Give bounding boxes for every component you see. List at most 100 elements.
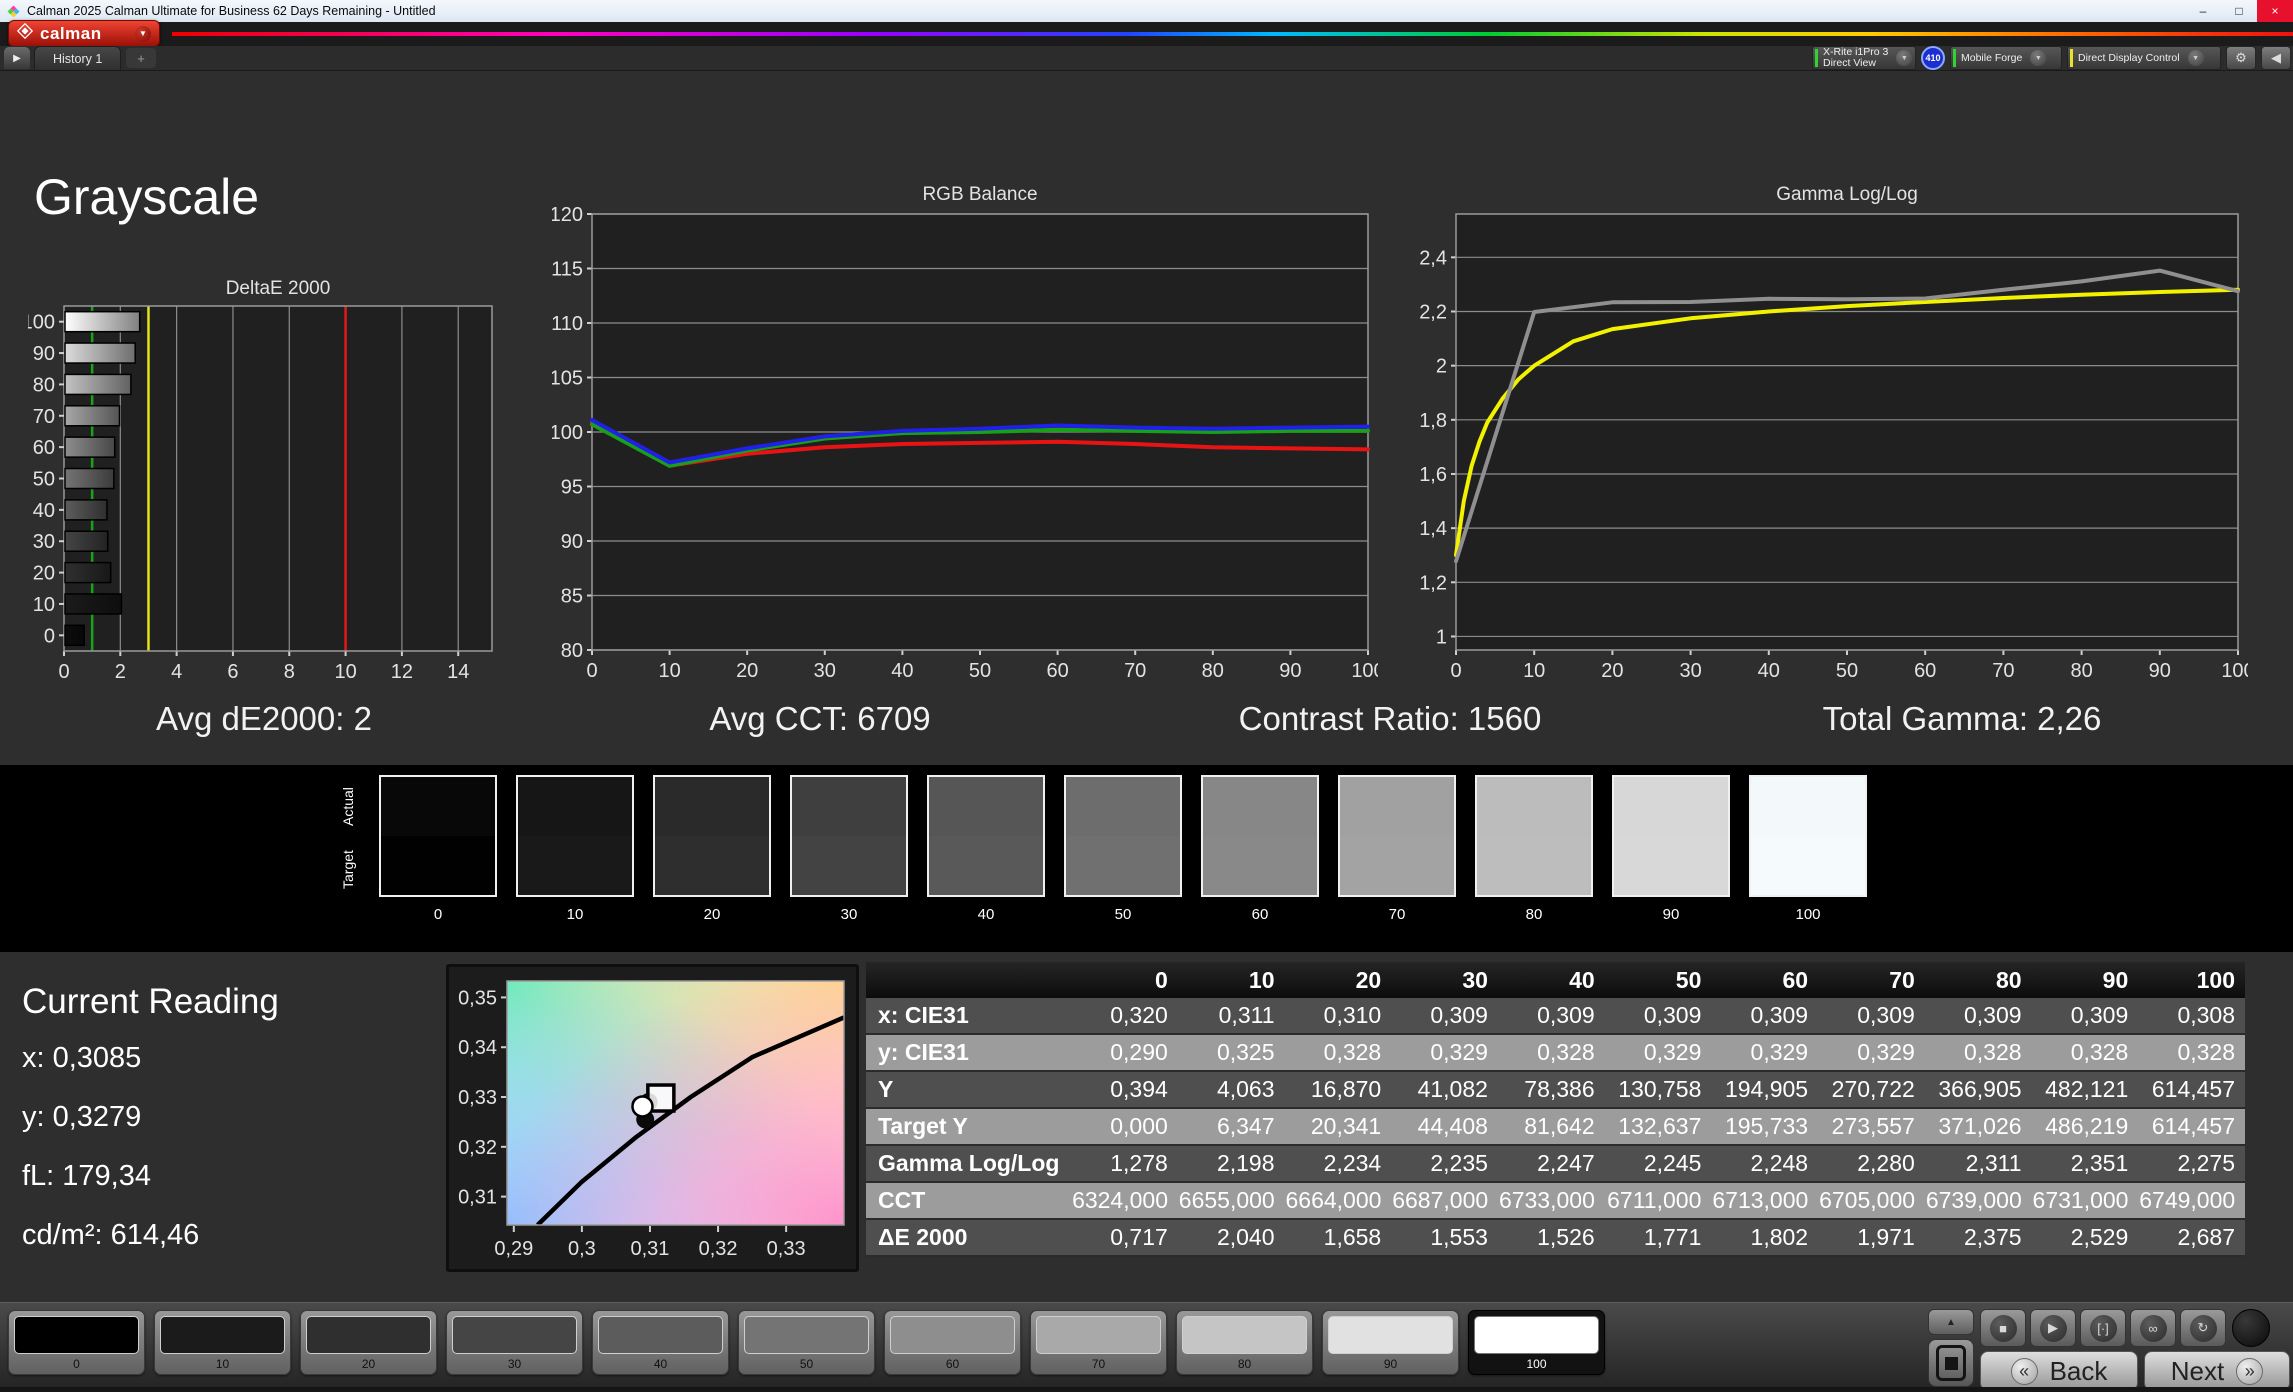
- total-gamma-readout: Total Gamma: 2,26: [1822, 700, 2102, 737]
- pattern-up-button[interactable]: ▲: [1928, 1309, 1974, 1335]
- minimize-button[interactable]: –: [2185, 0, 2221, 22]
- tab-strip: ▶ History 1 + X-Rite i1Pro 3 Direct View…: [0, 46, 2293, 71]
- pattern-swatch: [1036, 1316, 1161, 1354]
- chevron-down-icon[interactable]: ▼: [2187, 50, 2204, 66]
- pattern-tile-100[interactable]: 100: [1468, 1310, 1605, 1375]
- pattern-tile-30[interactable]: 30: [446, 1310, 583, 1375]
- grayscale-swatch-80: 80: [1475, 775, 1593, 923]
- window-title: Calman 2025 Calman Ultimate for Business…: [27, 4, 436, 18]
- source-status-stripe: [1953, 49, 1956, 67]
- svg-text:20: 20: [33, 563, 55, 585]
- actual-swatch: [1751, 777, 1865, 836]
- grayscale-swatch-0: 0: [379, 775, 497, 923]
- svg-text:40: 40: [1758, 660, 1780, 682]
- table-cell: 0,309: [1818, 998, 1925, 1035]
- pattern-tile-0[interactable]: 0: [8, 1310, 145, 1375]
- calman-menu-button[interactable]: calman ▼: [8, 20, 160, 47]
- swatch-level-label: 0: [433, 906, 443, 923]
- pattern-tile-40[interactable]: 40: [592, 1310, 729, 1375]
- table-column-header: [866, 962, 1072, 998]
- table-cell: 6749,000: [2138, 1182, 2245, 1220]
- table-cell: 1,658: [1284, 1219, 1392, 1257]
- pattern-level-label: 40: [653, 1357, 668, 1371]
- chevron-down-icon[interactable]: ▼: [1896, 50, 1913, 66]
- svg-text:70: 70: [1124, 660, 1146, 682]
- table-cell: 6711,000: [1604, 1182, 1712, 1220]
- svg-text:80: 80: [561, 640, 583, 662]
- swatch-level-label: 90: [1662, 906, 1680, 923]
- contrast-ratio-readout: Contrast Ratio: 1560: [1238, 700, 1542, 737]
- table-row: ΔE 2000 0,717 2,040 1,658 1,553 1,526 1,771 1,8…: [866, 1219, 2245, 1257]
- svg-text:10: 10: [33, 594, 55, 616]
- pattern-swatch: [1474, 1316, 1599, 1354]
- play-button[interactable]: ▶: [2030, 1309, 2076, 1347]
- pattern-swatch: [1328, 1316, 1453, 1354]
- table-cell: 0,717: [1071, 1219, 1178, 1257]
- continuous-measure-button[interactable]: ∞: [2130, 1309, 2176, 1347]
- single-measure-button[interactable]: [·]: [2080, 1309, 2126, 1347]
- pattern-window-button[interactable]: [1928, 1339, 1974, 1387]
- pattern-level-label: 100: [1526, 1357, 1547, 1371]
- pattern-tile-50[interactable]: 50: [738, 1310, 875, 1375]
- row-label: x: CIE31: [866, 998, 1072, 1035]
- target-swatch: [929, 836, 1043, 895]
- source-selector[interactable]: Mobile Forge ▼: [1950, 46, 2062, 70]
- pattern-tile-10[interactable]: 10: [154, 1310, 291, 1375]
- rgb-balance-chart: RGB Balance 80 85 90 95 100 105 110 115 120 0 10 20 3…: [552, 184, 1378, 682]
- gamma-loglog-chart: Gamma Log/Log 1 1,2 1,4 1,6 1,8 2 2,2 2,4 0 10 20 30…: [1419, 184, 2248, 682]
- page-title: Grayscale: [34, 169, 260, 225]
- collapse-panel-button[interactable]: ◀: [2261, 46, 2291, 70]
- brand-bar: calman ▼: [0, 20, 2293, 47]
- table-cell: 0,311: [1177, 998, 1285, 1035]
- infinity-icon: ∞: [2139, 1314, 2167, 1342]
- pattern-tile-70[interactable]: 70: [1030, 1310, 1167, 1375]
- svg-text:90: 90: [561, 531, 583, 553]
- table-cell: 2,198: [1177, 1145, 1285, 1183]
- table-cell: 0,328: [1497, 1034, 1605, 1072]
- chevron-down-icon[interactable]: ▼: [2030, 50, 2047, 66]
- stop-button[interactable]: ■: [1980, 1309, 2026, 1347]
- maximize-button[interactable]: □: [2221, 0, 2257, 22]
- table-cell: 270,722: [1818, 1071, 1925, 1109]
- svg-text:40: 40: [891, 660, 913, 682]
- display-control-selector[interactable]: Direct Display Control ▼: [2067, 46, 2221, 70]
- cie-chromaticity-chart: 0,31 0,32 0,33 0,34 0,35 0,29 0,3 0,31 0,32 0,33: [458, 980, 845, 1260]
- target-swatch: [1614, 836, 1728, 895]
- target-swatch: [1203, 836, 1317, 895]
- svg-text:90: 90: [2149, 660, 2171, 682]
- settings-gear-button[interactable]: ⚙: [2226, 46, 2256, 70]
- pattern-level-label: 10: [215, 1357, 230, 1371]
- pattern-tile-20[interactable]: 20: [300, 1310, 437, 1375]
- add-tab-button[interactable]: +: [126, 48, 156, 68]
- actual-swatch: [1203, 777, 1317, 836]
- svg-text:0,33: 0,33: [767, 1238, 806, 1260]
- svg-text:10: 10: [1523, 660, 1545, 682]
- svg-text:0: 0: [44, 625, 55, 647]
- swatch-level-label: 80: [1525, 906, 1543, 923]
- meter-selector[interactable]: X-Rite i1Pro 3 Direct View ▼: [1812, 46, 1916, 70]
- pattern-level-label: 60: [945, 1357, 960, 1371]
- table-cell: 1,553: [1391, 1219, 1498, 1257]
- pattern-tile-80[interactable]: 80: [1176, 1310, 1313, 1375]
- next-label: Next: [2170, 1355, 2225, 1386]
- table-row: Target Y 0,000 6,347 20,341 44,408 81,642 132,…: [866, 1108, 2245, 1146]
- svg-text:60: 60: [1914, 660, 1936, 682]
- next-button[interactable]: Next »: [2144, 1351, 2290, 1391]
- actual-swatch: [518, 777, 632, 836]
- grayscale-swatch-50: 50: [1064, 775, 1182, 923]
- close-button[interactable]: ×: [2257, 0, 2293, 22]
- loop-button[interactable]: ↻: [2180, 1309, 2226, 1347]
- tab-scroll-button[interactable]: ▶: [4, 47, 30, 69]
- back-label: Back: [2049, 1355, 2108, 1386]
- table-column-header: 0: [1071, 962, 1178, 998]
- meter-status-stripe: [1815, 49, 1818, 67]
- tab-history-1[interactable]: History 1: [34, 46, 122, 70]
- table-cell: 195,733: [1711, 1108, 1819, 1146]
- rainbow-divider: [172, 32, 2293, 36]
- back-button[interactable]: « Back: [1980, 1351, 2138, 1391]
- menu-caret-icon[interactable]: ▼: [135, 25, 151, 42]
- grayscale-swatch-90: 90: [1612, 775, 1730, 923]
- pattern-tile-60[interactable]: 60: [884, 1310, 1021, 1375]
- pattern-tile-90[interactable]: 90: [1322, 1310, 1459, 1375]
- grayscale-swatch-20: 20: [653, 775, 771, 923]
